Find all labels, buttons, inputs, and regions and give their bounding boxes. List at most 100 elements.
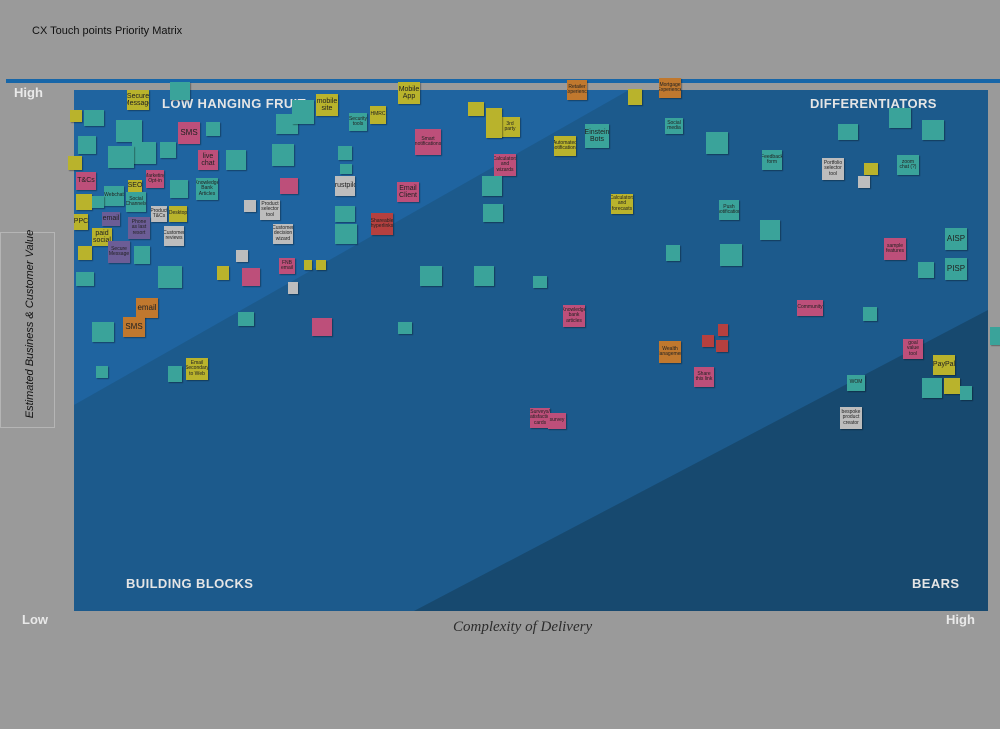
sticky-note[interactable] (78, 246, 92, 260)
sticky-note[interactable] (236, 250, 248, 262)
sticky-note[interactable] (720, 244, 742, 266)
sticky-note[interactable]: Social Channels (126, 192, 146, 212)
sticky-note[interactable]: Phone as last resort (128, 217, 150, 239)
sticky-note[interactable]: Retailer Experience (567, 80, 587, 100)
sticky-note[interactable] (922, 378, 942, 398)
sticky-note[interactable] (238, 312, 254, 326)
sticky-note[interactable]: Feedback form (762, 150, 782, 170)
sticky-note[interactable] (706, 132, 728, 154)
sticky-note[interactable] (206, 122, 220, 136)
sticky-note[interactable] (170, 180, 188, 198)
sticky-note[interactable] (398, 322, 412, 334)
sticky-note[interactable] (486, 124, 502, 138)
sticky-note[interactable] (474, 266, 494, 286)
sticky-note[interactable]: Push notification (719, 200, 739, 220)
sticky-note[interactable]: sample features (884, 238, 906, 260)
sticky-note[interactable]: Webchat (104, 186, 124, 206)
sticky-note[interactable] (482, 176, 502, 196)
sticky-note[interactable] (160, 142, 176, 158)
sticky-note[interactable]: SMS (178, 122, 200, 144)
sticky-note[interactable]: Desktop (169, 206, 187, 222)
sticky-note[interactable] (335, 206, 355, 222)
sticky-note[interactable] (288, 282, 298, 294)
sticky-note[interactable]: Calculators and wizards (494, 154, 516, 176)
sticky-note[interactable]: mobile site (316, 94, 338, 116)
sticky-note[interactable] (486, 108, 502, 124)
sticky-note[interactable] (838, 124, 858, 140)
sticky-note[interactable]: Email Secondary to Web (186, 358, 208, 380)
sticky-note[interactable] (76, 272, 94, 286)
sticky-note[interactable] (292, 100, 314, 124)
sticky-note[interactable]: Secure Message (127, 90, 149, 110)
sticky-note[interactable]: Secure Message (108, 241, 130, 263)
sticky-note[interactable]: Portfolio selector tool (822, 158, 844, 180)
sticky-note[interactable] (217, 266, 229, 280)
sticky-note[interactable] (78, 136, 96, 154)
sticky-note[interactable]: Knowledge Bank Articles (196, 178, 218, 200)
sticky-note[interactable]: PISP (945, 258, 967, 280)
sticky-note[interactable]: Shareable hyperlinks (371, 213, 393, 235)
sticky-note[interactable]: Calculators and forecasts (611, 194, 633, 214)
sticky-note[interactable] (468, 102, 484, 116)
sticky-note[interactable] (244, 200, 256, 212)
sticky-note[interactable]: Mobile App (398, 82, 420, 104)
sticky-note[interactable]: Product T&Cs (151, 206, 167, 222)
sticky-note[interactable] (242, 268, 260, 286)
sticky-note[interactable]: email (102, 212, 120, 226)
sticky-note[interactable]: Email Client (397, 182, 419, 202)
sticky-note[interactable] (68, 156, 82, 170)
sticky-note[interactable]: Automated notifications (554, 136, 576, 156)
sticky-note[interactable]: goal value tool (903, 339, 923, 359)
sticky-note[interactable] (226, 150, 246, 170)
sticky-note[interactable] (889, 108, 911, 128)
sticky-note[interactable]: Mortgage Experience (659, 78, 681, 98)
sticky-note[interactable] (316, 260, 326, 270)
sticky-note[interactable] (84, 110, 104, 126)
sticky-note[interactable] (990, 327, 1000, 345)
sticky-note[interactable]: Customer decision wizard (273, 224, 293, 244)
sticky-note[interactable] (70, 110, 82, 122)
sticky-note[interactable]: Surveys/ satisfaction cards (530, 408, 550, 428)
sticky-note[interactable] (340, 164, 352, 174)
sticky-note[interactable] (628, 89, 642, 105)
sticky-note[interactable] (312, 318, 332, 336)
sticky-note[interactable] (533, 276, 547, 288)
sticky-note[interactable]: zoom chat (?) (897, 155, 919, 175)
sticky-note[interactable]: email (136, 298, 158, 318)
sticky-note[interactable] (92, 322, 114, 342)
sticky-note[interactable] (168, 366, 182, 382)
sticky-note[interactable] (338, 146, 352, 160)
sticky-note[interactable] (92, 196, 104, 208)
sticky-note[interactable]: Smart notifications (415, 129, 441, 155)
sticky-note[interactable]: FNB email (279, 258, 295, 274)
sticky-note[interactable]: 3rd party (500, 117, 520, 137)
sticky-note[interactable]: bespoke product creator (840, 407, 862, 429)
sticky-note[interactable]: WOM (847, 375, 865, 391)
sticky-note[interactable] (702, 335, 714, 347)
sticky-note[interactable] (666, 245, 680, 261)
sticky-note[interactable] (304, 260, 312, 270)
sticky-note[interactable] (116, 120, 142, 142)
sticky-note[interactable]: Share this link (694, 367, 714, 387)
sticky-note[interactable]: HMRC (370, 106, 386, 124)
sticky-note[interactable]: AISP (945, 228, 967, 250)
sticky-note[interactable] (132, 142, 156, 164)
sticky-note[interactable] (108, 146, 134, 168)
sticky-note[interactable] (863, 307, 877, 321)
sticky-note[interactable] (760, 220, 780, 240)
sticky-note[interactable] (76, 194, 92, 210)
sticky-note[interactable]: Social media (665, 118, 683, 134)
sticky-note[interactable] (716, 340, 728, 352)
sticky-note[interactable]: Marketing Opt-in (146, 170, 164, 188)
sticky-note[interactable] (335, 224, 357, 244)
sticky-note[interactable] (960, 386, 972, 400)
sticky-note[interactable] (96, 366, 108, 378)
sticky-note[interactable]: T&Cs (76, 172, 96, 190)
sticky-note[interactable]: Einstein Bots (585, 124, 609, 148)
sticky-note[interactable] (922, 120, 944, 140)
sticky-note[interactable]: Community (797, 300, 823, 316)
sticky-note[interactable] (420, 266, 442, 286)
sticky-note[interactable] (280, 178, 298, 194)
sticky-note[interactable] (858, 176, 870, 188)
sticky-note[interactable]: survey (548, 413, 566, 429)
